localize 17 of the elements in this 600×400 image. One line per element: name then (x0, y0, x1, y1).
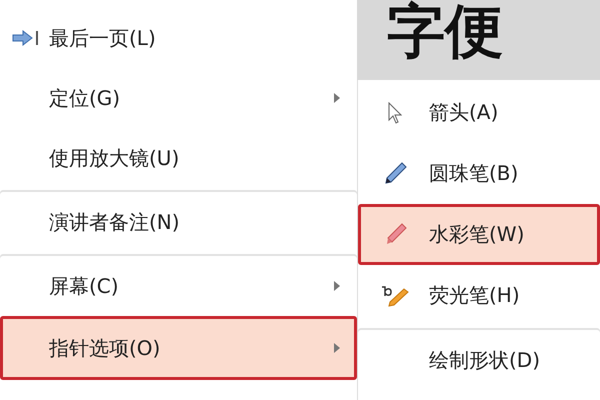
submenu-arrow-icon (334, 281, 340, 291)
menu-item[interactable]: 使用放大镜(U) (0, 128, 357, 188)
submenu-item[interactable]: 绘制形状(D) (358, 330, 600, 391)
menu-item[interactable]: 指针选项(O) (0, 316, 357, 380)
menu-item[interactable]: 最后一页(L) (0, 8, 357, 68)
submenu-arrow-icon (334, 343, 340, 353)
submenu-item[interactable]: 箭头(A) (358, 82, 600, 143)
submenu-item[interactable]: 荧光笔(H) (358, 265, 600, 326)
slide-title: 字便 (387, 0, 503, 62)
arrow-to-line-icon (11, 29, 41, 47)
submenu-item[interactable]: 圆珠笔(B) (358, 143, 600, 204)
menu-item[interactable]: 屏幕(C) (0, 256, 357, 316)
menu-item[interactable]: 定位(G) (0, 68, 357, 128)
menu-item[interactable]: 演讲者备注(N) (0, 192, 357, 252)
cursor-icon (388, 102, 402, 124)
submenu-item[interactable]: 水彩笔(W) (358, 204, 600, 265)
submenu-arrow-icon (334, 93, 340, 103)
